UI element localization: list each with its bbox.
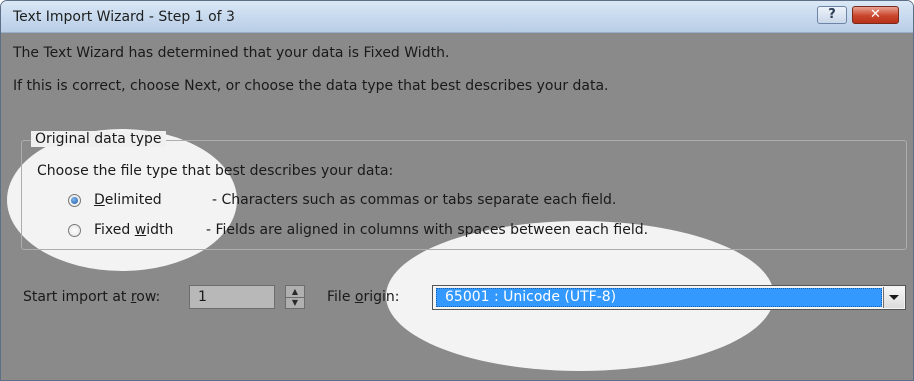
fixed-width-radio[interactable]: [68, 224, 81, 237]
start-row-label: Start import at row:: [23, 289, 161, 305]
intro-line-1: The Text Wizard has determined that your…: [13, 45, 450, 61]
dialog-content: The Text Wizard has determined that your…: [1, 1, 913, 380]
chevron-down-icon[interactable]: [883, 287, 904, 308]
file-origin-value: 65001 : Unicode (UTF-8): [445, 289, 617, 305]
text-import-wizard-dialog: Text Import Wizard - Step 1 of 3 ? ✕ The…: [0, 0, 914, 381]
group-legend: Original data type: [31, 131, 166, 147]
file-origin-select[interactable]: 65001 : Unicode (UTF-8): [432, 285, 906, 310]
file-origin-label: File origin:: [327, 289, 400, 305]
intro-line-2: If this is correct, choose Next, or choo…: [13, 78, 609, 94]
delimited-radio[interactable]: [68, 194, 81, 207]
fixed-width-description: - Fields are aligned in columns with spa…: [206, 222, 649, 238]
file-type-prompt: Choose the file type that best describes…: [37, 163, 394, 179]
start-row-value: 1: [198, 289, 207, 305]
start-row-spinner[interactable]: ▲ ▼: [285, 285, 305, 309]
start-row-input[interactable]: 1: [189, 285, 275, 309]
delimited-label[interactable]: Delimited: [94, 192, 162, 208]
fixed-width-label[interactable]: Fixed width: [94, 222, 173, 238]
spin-down-icon[interactable]: ▼: [286, 297, 304, 308]
delimited-description: - Characters such as commas or tabs sepa…: [212, 192, 617, 208]
